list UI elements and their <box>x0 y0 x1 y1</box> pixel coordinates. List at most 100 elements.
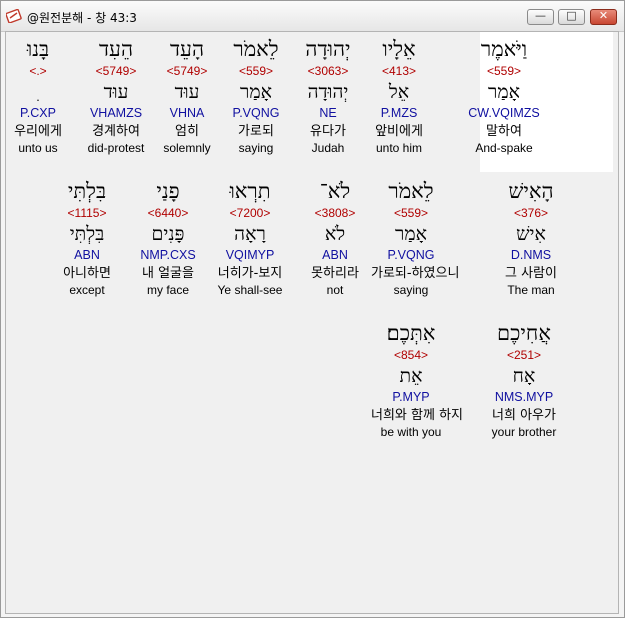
strong-number: <559> <box>486 64 522 78</box>
hebrew-word: בָּנוּ <box>26 37 50 61</box>
english-gloss: my face <box>146 283 189 297</box>
hebrew-word: בִּלְתִּי <box>67 179 107 203</box>
korean-gloss: 우리에게 <box>14 124 62 139</box>
root-word: רָאָה <box>234 223 266 245</box>
root-word: אֵת <box>399 365 423 387</box>
morphology-code: ABN <box>74 248 100 262</box>
hebrew-word: תִרְאוּ <box>229 179 271 203</box>
morphology-code: P.VQNG <box>232 106 280 120</box>
korean-gloss: 가로되 <box>238 124 274 139</box>
minimize-icon: — <box>535 9 546 22</box>
morphology-code: NMP.CXS <box>140 248 196 262</box>
app-icon <box>6 9 22 23</box>
korean-gloss: 엄히 <box>175 124 199 139</box>
morphology-code: VHAMZS <box>89 106 143 120</box>
english-gloss: Judah <box>311 141 345 155</box>
word-cell[interactable]: הָעֵד <5749> עוּד VHNA 엄히 solemnly <box>147 35 227 156</box>
hebrew-word: הָעֵד <box>169 37 205 61</box>
english-gloss: The man <box>507 283 555 297</box>
strong-number: <413> <box>381 64 417 78</box>
korean-gloss: 말하여 <box>486 124 522 139</box>
word-cell[interactable]: לֹא־ <3808> לֹא ABN 못하리라 not <box>295 177 375 298</box>
root-word: אָמַר <box>395 223 427 245</box>
word-cell[interactable]: תִרְאוּ <7200> רָאָה VQIMYP 너히가-보지 Ye shall-s… <box>210 177 290 298</box>
hebrew-word: לֹא־ <box>319 179 351 203</box>
hebrew-word: לֵאמֹר <box>388 179 434 203</box>
strong-number: <376> <box>513 206 549 220</box>
hebrew-word: אֵלָיו <box>382 37 416 61</box>
strong-number: <.> <box>29 64 47 78</box>
root-word: לֹא <box>324 223 346 245</box>
word-cell[interactable]: לֵאמֹר <559> אָמַר P.VQNG 가로되 saying <box>216 35 296 156</box>
korean-gloss: 가로되-하였으니 <box>371 266 460 281</box>
morphology-code: CW.VQIMZS <box>468 106 540 120</box>
strong-number: <3808> <box>314 206 356 220</box>
word-cell[interactable]: הֵעִד <5749> עוּד VHAMZS 경계하여 did-protest <box>76 35 156 156</box>
english-gloss: And-spake <box>475 141 533 155</box>
root-word: פָּנִים <box>151 223 185 245</box>
korean-gloss: 못하리라 <box>311 266 359 281</box>
morphology-code: VHNA <box>169 106 205 120</box>
word-cell[interactable]: אֲחִיכֶם <251> אָח NMS.MYP 너희 아우가 your brothe… <box>484 319 564 440</box>
strong-number: <854> <box>393 348 429 362</box>
strong-number: <6440> <box>147 206 189 220</box>
english-gloss: solemnly <box>163 141 211 155</box>
strong-number: <1115> <box>67 206 107 220</box>
maximize-button[interactable]: □ <box>558 9 585 25</box>
close-icon: ✕ <box>598 9 609 22</box>
maximize-icon: □ <box>566 9 577 22</box>
english-gloss: be with you <box>380 425 442 439</box>
morphology-code: NE <box>319 106 337 120</box>
strong-number: <251> <box>506 348 542 362</box>
word-cell[interactable]: אֵלָיו <413> אֵל P.MZS 앞비에게 unto him <box>359 35 439 156</box>
app-window: @원전분해 - 창 43:3 — □ ✕ וַיֹּאמֶר <559> אָמַר… <box>0 0 625 618</box>
hebrew-word: הֵעִד <box>98 37 134 61</box>
interlinear-panel[interactable]: וַיֹּאמֶר <559> אָמַר CW.VQIMZS 말하여 And-spake… <box>5 31 619 614</box>
word-cell[interactable]: יְהוּדָה <3063> יְהוּדָה NE 유다가 Judah <box>288 35 368 156</box>
root-word: בִּלְתִּי <box>69 223 105 245</box>
english-gloss: did-protest <box>87 141 145 155</box>
window-title: @원전분해 - 창 43:3 <box>27 11 137 25</box>
hebrew-word: אֲחִיכֶם <box>497 321 551 345</box>
word-cell[interactable]: בִּלְתִּי <1115> בִּלְתִּי ABN 아니하면 except <box>47 177 127 298</box>
strong-number: <5749> <box>95 64 137 78</box>
korean-gloss: 너희 아우가 <box>492 408 556 423</box>
english-gloss: saying <box>238 141 274 155</box>
hebrew-word: וַיֹּאמֶר <box>480 37 528 61</box>
root-word: אָח <box>512 365 536 387</box>
morphology-code: P.MZS <box>380 106 418 120</box>
korean-gloss: 그 사람이 <box>505 266 557 281</box>
word-cell[interactable]: בָּנוּ <.>ִP.CXP 우리에게 unto us <box>0 35 78 156</box>
root-word: עוּד <box>103 81 129 103</box>
close-button[interactable]: ✕ <box>590 9 617 25</box>
word-cell[interactable]: לֵאמֹר <559> אָמַר P.VQNG 가로되-하였으니 saying <box>371 177 460 298</box>
hebrew-word: אִתְּכֶם׃ <box>386 321 436 345</box>
morphology-code: P.MYP <box>392 390 430 404</box>
morphology-code: NMS.MYP <box>494 390 554 404</box>
korean-gloss: 너희와 함께 하지 <box>371 408 463 423</box>
word-cell[interactable]: אִתְּכֶם׃ <854> אֵת P.MYP 너희와 함께 하지 be with y… <box>371 319 463 440</box>
word-cell[interactable]: וַיֹּאמֶר <559> אָמַר CW.VQIMZS 말하여 And-spake <box>464 35 544 156</box>
hebrew-word: יְהוּדָה <box>305 37 351 61</box>
morphology-code: P.VQNG <box>387 248 435 262</box>
root-word: יְהוּדָה <box>307 81 349 103</box>
strong-number: <3063> <box>307 64 349 78</box>
root-word: אָמַר <box>488 81 520 103</box>
title-bar[interactable]: @원전분해 - 창 43:3 — □ ✕ <box>1 1 624 32</box>
word-cell[interactable]: הָאִישׁ <376> אִישׁ D.NMS 그 사람이 The man <box>491 177 571 298</box>
korean-gloss: 앞비에게 <box>375 124 423 139</box>
english-gloss: saying <box>393 283 429 297</box>
morphology-code: P.CXP <box>20 106 56 120</box>
strong-number: <559> <box>238 64 274 78</box>
korean-gloss: 내 얼굴을 <box>142 266 194 281</box>
word-cell[interactable]: פָנַי <6440> פָּנִים NMP.CXS 내 얼굴을 my face <box>128 177 208 298</box>
strong-number: <5749> <box>166 64 208 78</box>
english-gloss: Ye shall-see <box>217 283 283 297</box>
morphology-code: D.NMS <box>510 248 552 262</box>
minimize-button[interactable]: — <box>527 9 554 25</box>
korean-gloss: 아니하면 <box>63 266 111 281</box>
english-gloss: your brother <box>491 425 557 439</box>
morphology-code: ABN <box>322 248 348 262</box>
root-word: אָמַר <box>240 81 272 103</box>
english-gloss: unto him <box>375 141 423 155</box>
